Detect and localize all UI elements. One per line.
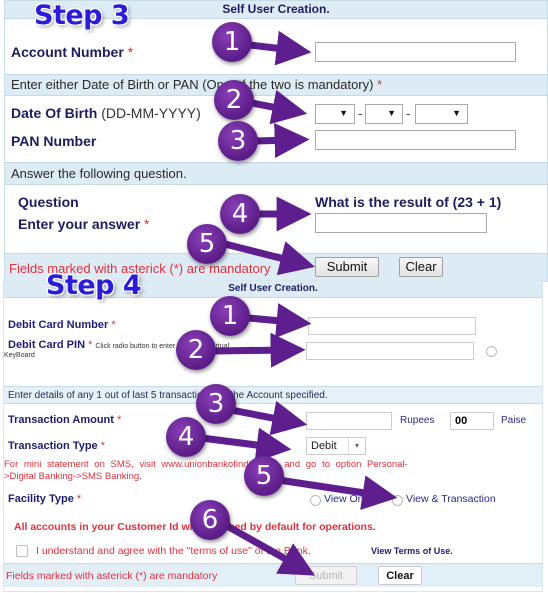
dob-pan-instruction: Enter either Date of Birth or PAN (One o… <box>11 77 374 92</box>
facility-view-transaction-radio[interactable] <box>392 495 403 506</box>
step4-footer-band: Fields marked with asterick (*) are mand… <box>4 563 542 587</box>
step4-submit-button[interactable]: Submit <box>295 566 357 585</box>
debit-card-number-label: Debit Card Number * <box>8 319 116 331</box>
marker-s4-5: 5 <box>244 456 284 496</box>
chevron-down-icon: ▼ <box>387 108 396 118</box>
transaction-type-select[interactable]: Debit ▾ <box>306 437 366 455</box>
marker-4: 4 <box>220 194 260 234</box>
marker-s4-3: 3 <box>196 384 236 424</box>
account-number-input[interactable] <box>315 42 516 62</box>
transaction-type-label: Transaction Type * <box>8 440 105 452</box>
marker-s4-1: 1 <box>210 296 250 336</box>
paise-label: Paise <box>501 415 527 426</box>
virtual-keyboard-radio[interactable] <box>486 346 497 357</box>
step3-form-panel: Self User Creation. Account Number * Ent… <box>4 0 548 282</box>
marker-s4-6: 6 <box>190 500 230 540</box>
date-of-birth-label: Date Of Birth (DD-MM-YYYY) <box>11 105 201 121</box>
sms-note-line1: For mini statement on SMS, visit www.uni… <box>4 459 408 470</box>
question-section-band: Answer the following question. <box>5 162 547 185</box>
answer-label: Enter your answer * <box>18 216 150 232</box>
facility-view-transaction-label: View & Transaction <box>406 493 496 505</box>
step3-header-title: Self User Creation. <box>222 2 330 16</box>
facility-view-only-radio[interactable] <box>310 495 321 506</box>
step4-header-title: Self User Creation. <box>228 283 318 294</box>
debit-card-pin-input[interactable] <box>306 342 474 360</box>
step4-clear-button[interactable]: Clear <box>378 566 422 585</box>
account-number-label: Account Number * <box>11 44 134 60</box>
question-label: Question <box>18 194 79 210</box>
facility-view-only-label: View Only <box>324 493 372 505</box>
terms-checkbox[interactable] <box>16 545 28 557</box>
marker-2: 2 <box>214 80 254 120</box>
transaction-amount-rupees-input[interactable] <box>306 412 392 430</box>
terms-text: I understand and agree with the "terms o… <box>36 545 311 557</box>
marker-5: 5 <box>187 224 227 264</box>
dob-year-select[interactable]: ▼ <box>415 104 468 124</box>
pan-number-label: PAN Number <box>11 133 97 149</box>
transactions-instruction: Enter details of any 1 out of last 5 tra… <box>8 390 328 401</box>
step4-form-panel: Self User Creation. Debit Card Number * … <box>3 280 543 592</box>
chevron-down-icon: ▾ <box>348 438 365 454</box>
marker-1: 1 <box>212 22 252 62</box>
facility-type-label: Facility Type * <box>8 493 82 505</box>
dob-separator: - <box>406 106 411 121</box>
sms-note-line2: >Digital Banking->SMS Banking. <box>4 471 142 482</box>
transaction-amount-paise-input[interactable] <box>450 412 494 430</box>
transaction-type-selected: Debit <box>311 440 337 452</box>
step3-label: Step 3 <box>34 0 130 31</box>
pin-hint-continued: KeyBoard <box>4 352 35 359</box>
marker-3: 3 <box>218 121 258 161</box>
rupees-label: Rupees <box>400 415 435 426</box>
question-text: What is the result of (23 + 1) <box>315 194 502 210</box>
marker-s4-4: 4 <box>166 417 206 457</box>
transactions-instruction-band: Enter details of any 1 out of last 5 tra… <box>4 386 542 404</box>
answer-input[interactable] <box>315 213 487 233</box>
question-section-title: Answer the following question. <box>11 166 187 181</box>
dob-pan-instruction-band: Enter either Date of Birth or PAN (One o… <box>5 74 547 96</box>
dob-day-select[interactable]: ▼ <box>315 104 355 124</box>
dob-month-select[interactable]: ▼ <box>365 104 403 124</box>
chevron-down-icon: ▼ <box>339 108 348 118</box>
pan-number-input[interactable] <box>315 130 516 150</box>
chevron-down-icon: ▼ <box>452 108 461 118</box>
submit-button[interactable]: Submit <box>315 257 379 277</box>
step4-label: Step 4 <box>46 270 142 301</box>
dob-separator: - <box>358 106 363 121</box>
debit-card-number-input[interactable] <box>308 317 476 335</box>
marker-s4-2: 2 <box>176 330 216 370</box>
view-terms-link[interactable]: View Terms of Use. <box>371 546 453 556</box>
step4-mandatory-note: Fields marked with asterick (*) are mand… <box>6 570 218 582</box>
transaction-amount-label: Transaction Amount * <box>8 414 122 426</box>
clear-button[interactable]: Clear <box>399 257 443 277</box>
